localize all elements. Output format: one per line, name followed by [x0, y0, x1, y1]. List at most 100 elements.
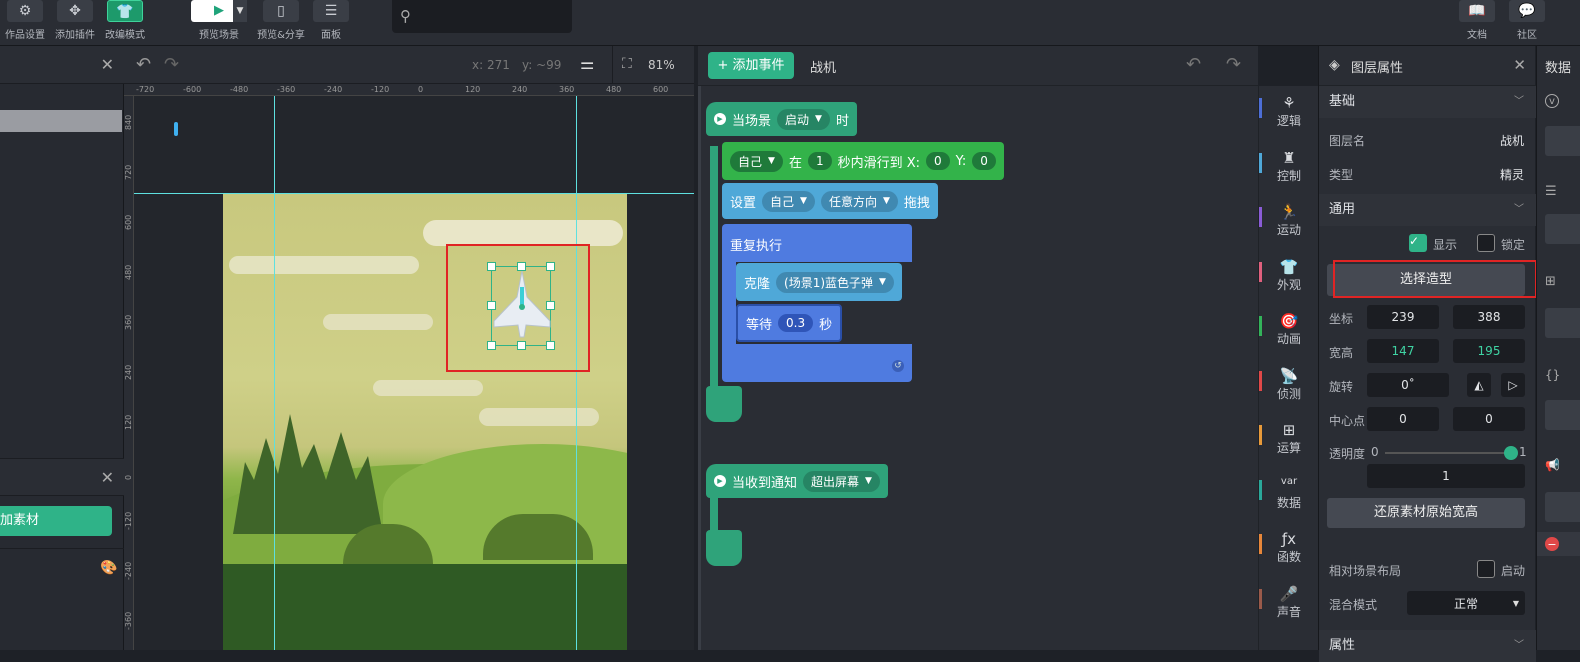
ruler-tick-label: 240 [124, 364, 133, 380]
wait-seconds-input[interactable]: 0.3 [778, 314, 814, 332]
clone-target-dropdown[interactable]: (场景1)蓝色子弹 ▼ [776, 271, 894, 293]
redo-icon[interactable]: ↷ [164, 54, 179, 75]
data-item-row[interactable]: − [1537, 532, 1580, 556]
data-item[interactable] [1545, 214, 1580, 244]
stage-canvas[interactable] [134, 96, 694, 650]
category-function[interactable]: ƒx 函数 [1259, 530, 1319, 565]
control-icon: ♜ [1282, 148, 1296, 167]
relative-layout-checkbox[interactable] [1477, 560, 1495, 578]
script-end-cap [706, 386, 742, 422]
category-animation[interactable]: 🎯 动画 [1259, 312, 1319, 347]
resize-handle[interactable] [487, 301, 496, 310]
category-sensing[interactable]: 📡 侦测 [1259, 367, 1319, 402]
preview-share-button[interactable]: ▯ 预览&分享 [256, 0, 306, 42]
undo-icon[interactable]: ↶ [1186, 54, 1201, 75]
restore-size-button[interactable]: 还原素材原始宽高 [1327, 498, 1525, 528]
slider-handle[interactable] [1504, 446, 1518, 460]
function-icon: ƒx [1281, 530, 1297, 548]
category-sound[interactable]: 🎤 声音 [1259, 585, 1319, 620]
flip-horizontal-button[interactable]: ◭ [1467, 373, 1491, 397]
add-event-button[interactable]: + 添加事件 [708, 52, 794, 79]
opacity-slider[interactable] [1385, 446, 1518, 460]
motion-icon: 🏃 [1279, 203, 1299, 221]
category-operator[interactable]: ⊞ 运算 [1259, 421, 1319, 456]
category-control[interactable]: ♜ 控制 [1259, 149, 1319, 184]
wait-block[interactable]: 等待 0.3 秒 [736, 304, 843, 342]
category-appearance[interactable]: 👕 外观 [1259, 258, 1319, 293]
clone-block[interactable]: 克隆 (场景1)蓝色子弹 ▼ [736, 263, 902, 301]
add-asset-button[interactable]: 加素材 [0, 506, 112, 536]
work-settings-button[interactable]: ⚙ 作品设置 [0, 0, 50, 42]
close-icon[interactable]: ✕ [101, 55, 114, 74]
data-item[interactable] [1545, 400, 1580, 430]
notice-dropdown[interactable]: 超出屏幕 ▼ [803, 470, 880, 492]
puzzle-icon: ✥ [57, 0, 93, 22]
palette-icon[interactable]: 🎨 [100, 560, 117, 576]
opacity-label: 透明度 [1329, 447, 1366, 461]
center-x-input[interactable]: 0 [1367, 407, 1439, 431]
community-button[interactable]: 💬 社区 [1502, 0, 1552, 42]
show-checkbox[interactable]: ✓ [1409, 234, 1427, 252]
undo-icon[interactable]: ↶ [136, 54, 151, 75]
center-y-input[interactable]: 0 [1453, 407, 1525, 431]
zoom-level[interactable]: 81% [648, 58, 675, 72]
category-logic[interactable]: ⚘ 逻辑 [1259, 94, 1319, 129]
glide-block[interactable]: 自己 ▼ 在 1 秒内滑行到 X: 0 Y: 0 [722, 142, 1004, 180]
flip-vertical-button[interactable]: ▷ [1501, 373, 1525, 397]
close-icon[interactable]: ✕ [1513, 56, 1526, 74]
coord-y-input[interactable]: 388 [1453, 305, 1525, 329]
add-plugin-button[interactable]: ✥ 添加插件 [50, 0, 100, 42]
glide-target-dropdown[interactable]: 自己 ▼ [730, 150, 783, 172]
ruler-tick-label: 0 [418, 85, 424, 94]
width-input[interactable]: 147 [1367, 339, 1439, 363]
data-item[interactable] [1545, 308, 1580, 338]
stage-toolbar: ↶ ↷ x: 271 y: ~99 ⚌ ⛶ 81% [124, 46, 694, 84]
resize-handle[interactable] [517, 341, 526, 350]
general-section-header[interactable]: 通用 ﹀ [1319, 194, 1536, 226]
book-icon: 📖 [1459, 0, 1495, 22]
data-item[interactable] [1545, 126, 1580, 156]
height-input[interactable]: 195 [1453, 339, 1525, 363]
resize-handle[interactable] [546, 262, 555, 271]
repeat-forever-block[interactable]: 重复执行 ↺ [722, 224, 912, 382]
event-when-receive-notice-block[interactable]: ▶ 当收到通知 超出屏幕 ▼ [706, 464, 888, 498]
edit-mode-button[interactable]: 👕 改编模式 [100, 0, 150, 42]
remove-icon[interactable]: − [1545, 537, 1559, 551]
layer-name-value[interactable]: 战机 [1500, 132, 1524, 149]
glide-x-input[interactable]: 0 [926, 152, 950, 170]
resize-handle[interactable] [517, 262, 526, 271]
docs-button[interactable]: 📖 文档 [1452, 0, 1502, 42]
opacity-input[interactable]: 1 [1367, 464, 1525, 488]
fit-screen-icon[interactable]: ⛶ [622, 56, 632, 72]
drag-target-dropdown[interactable]: 自己 ▼ [762, 190, 815, 212]
lock-checkbox[interactable] [1477, 234, 1495, 252]
attributes-section-header[interactable]: 属性 ﹀ [1319, 630, 1536, 662]
close-icon[interactable]: ✕ [101, 468, 114, 487]
blend-mode-select[interactable]: 正常 ▼ [1407, 591, 1525, 615]
basic-section-header[interactable]: 基础 ﹀ [1319, 86, 1536, 118]
resize-handle[interactable] [546, 341, 555, 350]
fighter-sprite[interactable] [487, 262, 555, 350]
scene-event-dropdown[interactable]: 启动 ▼ [777, 108, 830, 130]
redo-icon[interactable]: ↷ [1226, 54, 1241, 75]
layer-item-selected[interactable] [0, 110, 122, 132]
set-drag-block[interactable]: 设置 自己 ▼ 任意方向 ▼ 拖拽 [722, 183, 938, 219]
category-motion[interactable]: 🏃 运动 [1259, 203, 1319, 238]
category-data[interactable]: var 数据 [1259, 476, 1319, 511]
glide-secs-input[interactable]: 1 [807, 152, 832, 170]
panel-button[interactable]: ☰ 面板 [306, 0, 356, 42]
bullet-sprite[interactable] [174, 122, 178, 136]
coord-x-input[interactable]: 239 [1367, 305, 1439, 329]
data-item[interactable] [1545, 492, 1580, 522]
glide-label: 秒内滑行到 X: [837, 155, 921, 171]
drag-direction-dropdown[interactable]: 任意方向 ▼ [820, 190, 898, 212]
glide-y-input[interactable]: 0 [972, 152, 996, 170]
resize-handle[interactable] [487, 262, 496, 271]
preview-scene-button[interactable]: ▶ ▼ 预览场景 [190, 0, 248, 42]
event-when-scene-start-block[interactable]: ▶ 当场景 启动 ▼ 时 [706, 102, 857, 136]
rotation-input[interactable]: 0˚ [1367, 373, 1449, 397]
resize-handle[interactable] [546, 301, 555, 310]
search-input[interactable]: ⚲ [392, 0, 572, 33]
sliders-icon[interactable]: ⚌ [580, 54, 594, 73]
resize-handle[interactable] [487, 341, 496, 350]
